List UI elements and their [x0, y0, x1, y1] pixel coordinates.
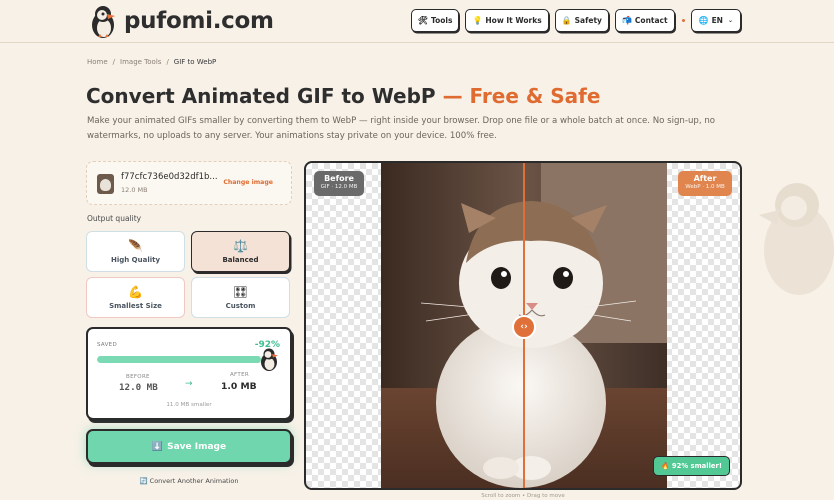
page-description: Make your animated GIFs smaller by conve… — [87, 116, 716, 141]
globe-icon: 🌐 — [698, 16, 709, 25]
saved-label: SAVED — [97, 342, 117, 348]
nav-divider-dot — [681, 19, 685, 22]
after-label: AFTER — [230, 372, 249, 378]
before-value: 12.0 MB — [119, 382, 158, 393]
convert-another-link[interactable]: 🔄 Convert Another Animation — [86, 477, 292, 485]
quality-option-label: Smallest Size — [109, 302, 162, 310]
lock-icon: 🔒 — [561, 16, 572, 25]
after-badge: After WebP · 1.0 MB — [678, 171, 732, 196]
size-reduction-text: 11.0 MB smaller — [166, 402, 212, 408]
breadcrumb: Home / Image Tools / GIF to WebP — [87, 58, 216, 66]
puffin-logo-icon — [92, 6, 115, 38]
savings-progress-bar — [97, 356, 275, 363]
page-title-main: Convert Animated GIF to WebP — [86, 84, 436, 108]
nav-label: Tools — [430, 16, 453, 25]
brand-name: pufomi.com — [124, 8, 274, 34]
quality-option-label: High Quality — [110, 256, 161, 264]
nav-label: How It Works — [485, 16, 542, 25]
puffin-mascot-icon — [261, 348, 278, 371]
feather-icon: 🪶 — [128, 239, 143, 253]
download-icon: ⬇️ — [151, 441, 164, 452]
breadcrumb-separator: / — [112, 58, 116, 66]
page-title: Convert Animated GIF to WebP — Free & Sa… — [86, 84, 600, 108]
dice-icon: 🎛 — [232, 285, 249, 299]
mail-icon: 📬 — [621, 16, 632, 25]
nav-label: Contact — [634, 16, 668, 25]
breadcrumb-separator: / — [166, 58, 169, 66]
savings-progress-fill — [97, 356, 261, 363]
breadcrumb-current: GIF to WebP — [173, 58, 217, 66]
savings-stats-card: SAVED -92% BEFORE 12.0 MB → AFTER 1.0 MB… — [86, 327, 292, 420]
quality-option-label: Custom — [225, 302, 256, 310]
quality-custom-button[interactable]: 🎛 Custom — [191, 277, 290, 318]
save-image-button[interactable]: ⬇️ Save Image — [86, 429, 292, 464]
comparison-slider-handle[interactable]: ‹› — [512, 315, 536, 339]
background-puffin-illustration — [759, 183, 834, 295]
file-size: 12.0 MB — [121, 186, 148, 194]
after-badge-subtitle: WebP · 1.0 MB — [685, 184, 725, 190]
nav-safety-button[interactable]: 🔒 Safety — [554, 9, 609, 32]
tools-icon: 🛠 — [417, 16, 428, 25]
quality-smallest-button[interactable]: 💪 Smallest Size — [86, 277, 185, 318]
balance-scale-icon: ⚖️ — [233, 239, 248, 253]
nav-tools-button[interactable]: 🛠 Tools — [410, 9, 460, 32]
breadcrumb-image-tools-link[interactable]: Image Tools — [120, 58, 161, 66]
main-nav: 🛠 Tools 💡 How It Works 🔒 Safety 📬 Contac… — [405, 9, 741, 32]
file-name: f77cfc736e0d32df1b... — [121, 172, 218, 182]
chevron-down-icon: ⌄ — [727, 17, 733, 24]
language-selector[interactable]: 🌐 EN ⌄ — [690, 9, 741, 32]
refresh-icon: 🔄 — [139, 477, 148, 485]
arrow-right-icon: → — [185, 379, 193, 389]
nav-label: Safety — [574, 16, 602, 25]
percent-smaller-badge: 🔥 92% smaller! — [653, 456, 730, 476]
quality-balanced-button[interactable]: ⚖️ Balanced — [191, 231, 290, 272]
change-image-link[interactable]: Change image — [223, 179, 273, 186]
nav-contact-button[interactable]: 📬 Contact — [614, 9, 675, 32]
brand-logo[interactable]: pufomi.com — [86, 3, 274, 39]
comparison-preview[interactable]: ‹› Before GIF · 12.0 MB After WebP · 1.0… — [304, 161, 742, 490]
quality-option-label: Balanced — [222, 256, 259, 264]
selected-file-card: f77cfc736e0d32df1b... 12.0 MB Change ima… — [86, 161, 292, 205]
flexed-bicep-icon: 💪 — [128, 285, 143, 299]
output-quality-label: Output quality — [87, 214, 142, 223]
save-image-label: Save Image — [167, 441, 227, 452]
before-badge-subtitle: GIF · 12.0 MB — [320, 184, 358, 190]
breadcrumb-home-link[interactable]: Home — [87, 58, 108, 66]
nav-how-it-works-button[interactable]: 💡 How It Works — [465, 9, 549, 32]
language-label: EN — [711, 16, 723, 25]
after-badge-title: After — [693, 174, 717, 183]
before-label: BEFORE — [126, 374, 150, 380]
before-badge: Before GIF · 12.0 MB — [314, 171, 364, 196]
before-badge-title: Before — [324, 174, 354, 183]
page-title-accent: — Free & Safe — [442, 84, 601, 108]
quality-high-button[interactable]: 🪶 High Quality — [86, 231, 185, 272]
after-value: 1.0 MB — [221, 381, 257, 392]
preview-hint: Scroll to zoom • Drag to move — [481, 493, 565, 499]
convert-another-label: Convert Another Animation — [149, 477, 239, 485]
lightbulb-icon: 💡 — [472, 16, 483, 25]
file-thumbnail — [97, 174, 114, 194]
site-header: pufomi.com 🛠 Tools 💡 How It Works 🔒 Safe… — [0, 0, 834, 43]
